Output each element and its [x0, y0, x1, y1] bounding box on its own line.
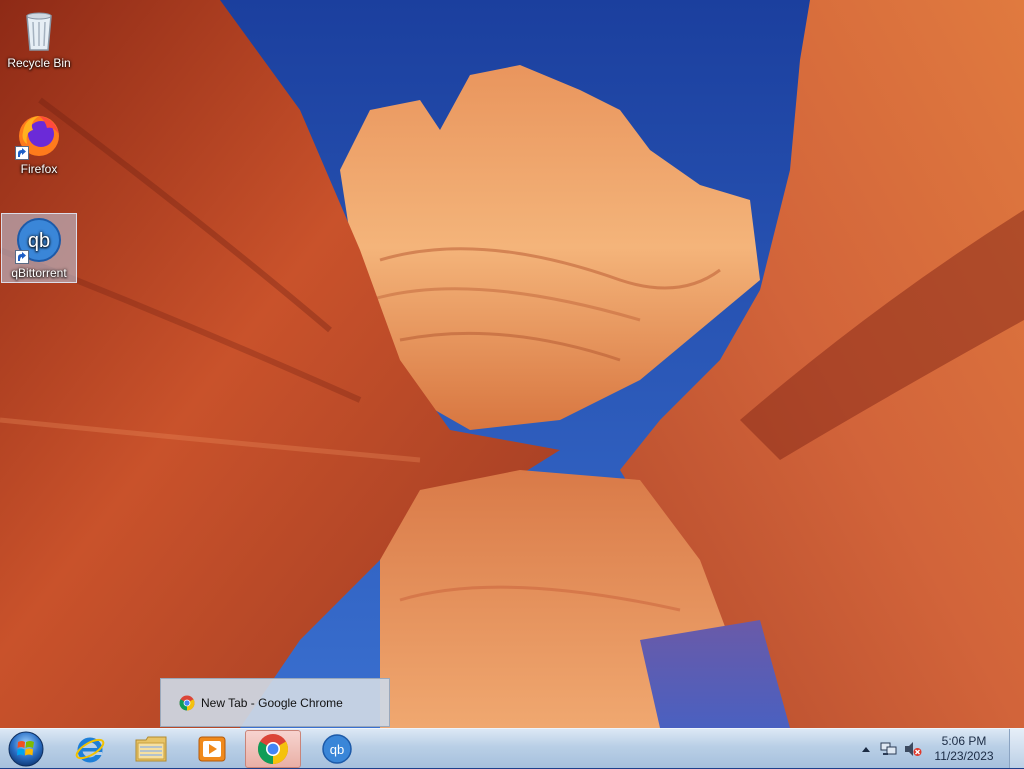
desktop-icon-label: Firefox — [20, 162, 58, 176]
taskbar-media-player[interactable] — [184, 730, 240, 768]
chrome-icon — [257, 734, 289, 764]
clock-time: 5:06 PM — [941, 734, 987, 748]
qbittorrent-icon: qb — [322, 734, 352, 764]
taskbar-windows-explorer[interactable] — [123, 730, 179, 768]
qbittorrent-icon: qb — [15, 216, 63, 264]
clock[interactable]: 5:06 PM 11/23/2023 — [924, 734, 1004, 764]
desktop-icon-firefox[interactable]: Firefox — [1, 110, 77, 182]
volume-muted-icon[interactable] — [902, 741, 924, 757]
preview-window-title: New Tab - Google Chrome — [201, 695, 343, 710]
desktop-icon-qbittorrent[interactable]: qb qBittorrent — [1, 213, 77, 283]
media-player-icon — [198, 736, 226, 762]
desktop-icon-label: Recycle Bin — [7, 56, 71, 70]
taskbar: qb 5:06 PM 11/23/2023 — [0, 728, 1024, 768]
desktop-icon-label: qBittorrent — [11, 266, 67, 280]
desktop-wallpaper — [0, 0, 1024, 728]
clock-date: 11/23/2023 — [934, 749, 994, 763]
taskbar-qbittorrent[interactable]: qb — [309, 730, 365, 768]
desktop-icon-recycle-bin[interactable]: Recycle Bin — [1, 4, 77, 76]
svg-text:qb: qb — [28, 230, 50, 252]
svg-text:qb: qb — [330, 742, 344, 757]
internet-explorer-icon — [75, 737, 105, 763]
firefox-icon — [15, 112, 63, 160]
shortcut-arrow-icon — [15, 146, 29, 160]
recycle-bin-icon — [15, 6, 63, 54]
network-icon[interactable] — [878, 741, 900, 757]
windows-start-orb-icon — [8, 731, 44, 767]
taskbar-google-chrome[interactable] — [245, 730, 301, 768]
taskbar-thumbnail-preview[interactable]: New Tab - Google Chrome — [160, 678, 390, 727]
folder-icon — [135, 736, 167, 762]
system-tray: 5:06 PM 11/23/2023 — [858, 729, 1004, 769]
chevron-up-icon[interactable] — [858, 746, 874, 752]
show-desktop-button[interactable] — [1009, 729, 1024, 768]
shortcut-arrow-icon — [15, 250, 29, 264]
taskbar-internet-explorer[interactable] — [62, 730, 118, 768]
start-button[interactable] — [6, 730, 46, 768]
chrome-icon — [179, 695, 195, 711]
